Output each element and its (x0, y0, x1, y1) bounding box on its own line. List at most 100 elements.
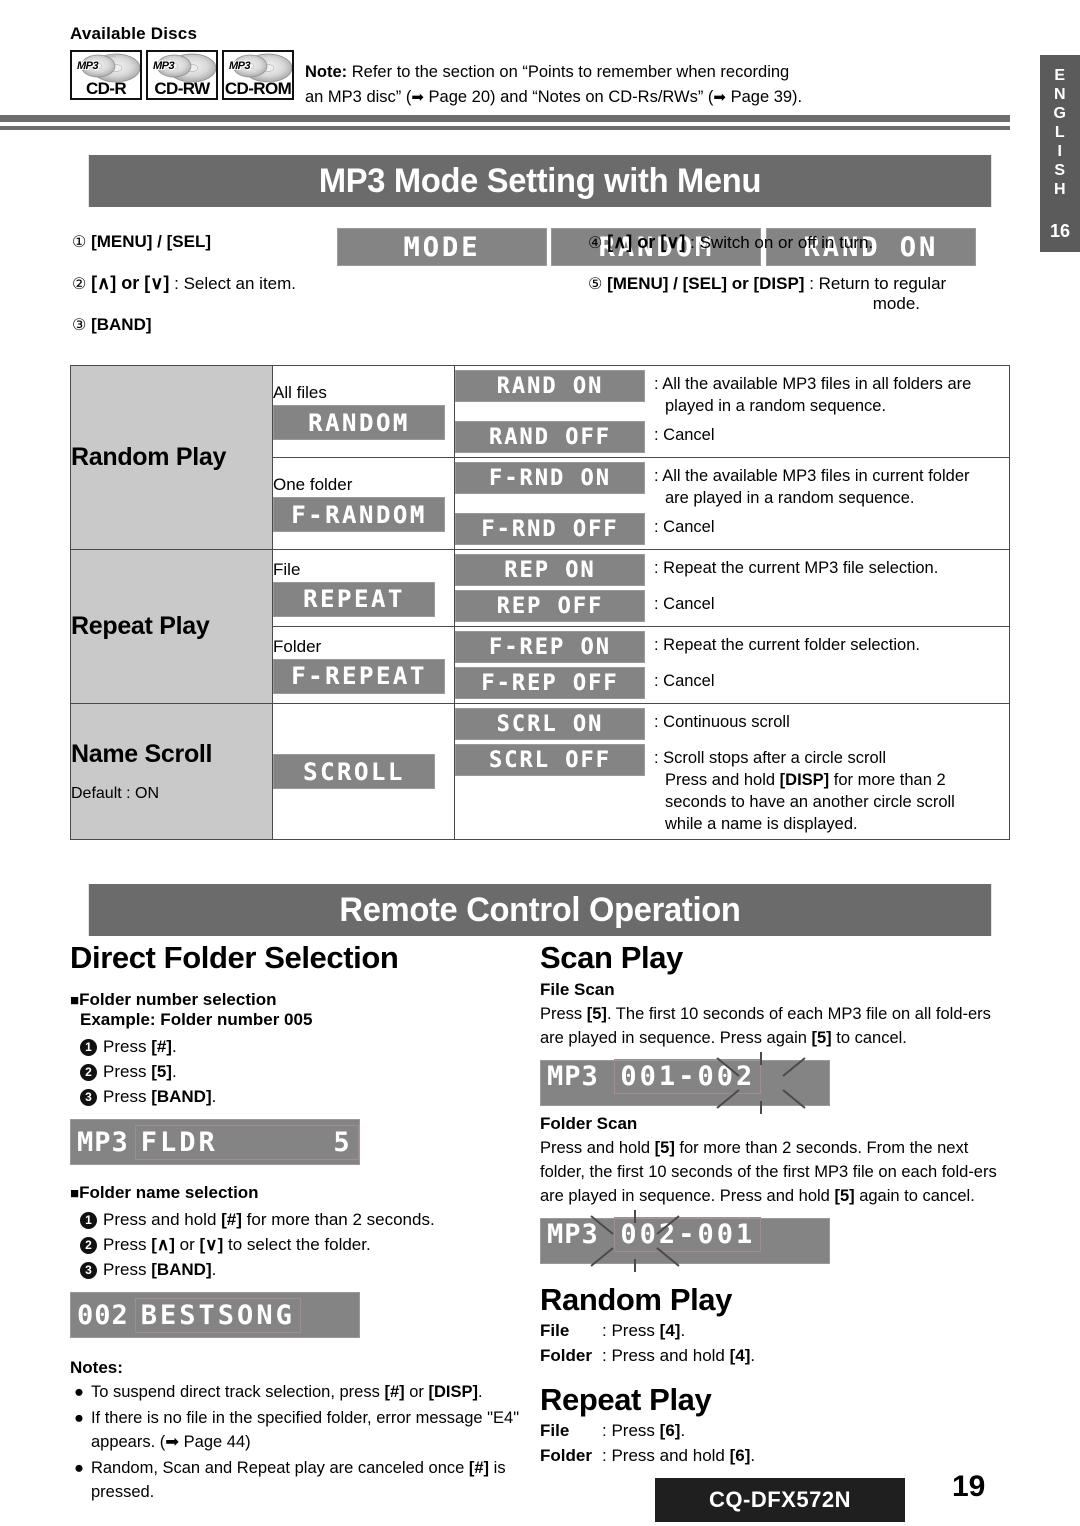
name-label: Folder (273, 636, 322, 656)
desc-line: : Repeat the current MP3 file selection. (654, 559, 939, 577)
subsection-label: Folder number selection (79, 990, 277, 1009)
name-cell: SCROLL (272, 703, 455, 840)
row-sep: : (602, 1321, 607, 1340)
note-line2b: Page 20) and “Notes on CD-Rs/RWs” ( (423, 88, 714, 106)
lcd-display-value: F-RND OFF (455, 513, 645, 545)
square-bullet-icon: ■ (70, 992, 80, 1009)
value-row: RAND OFF : Cancel (455, 421, 1009, 453)
arrow-icon: ➡ (411, 89, 424, 106)
repeat-play-row: Folder: Press and hold [6]. (540, 1443, 1010, 1468)
name-label: All files (273, 383, 327, 402)
subsection-label: Folder name selection (79, 1183, 259, 1202)
available-discs-title: Available Discs (70, 24, 198, 43)
section-number: 16 (1040, 210, 1080, 252)
value-row: SCRL ON : Continuous scroll (455, 708, 1009, 740)
note-line2a: an MP3 disc” ( (305, 88, 412, 106)
step-circle-number: ④ (588, 235, 603, 252)
bullet-icon: ● (74, 1383, 84, 1401)
value-description: : All the available MP3 files in all fol… (654, 370, 971, 417)
desc-continuation: are played in a random sequence. (665, 489, 915, 507)
lcd-display-value: F-REP ON (455, 631, 645, 663)
menu-step: ② [∧] or [∨] : Select an item. (72, 273, 332, 294)
value-row: F-REP ON : Repeat the current folder sel… (455, 631, 1009, 663)
step-text: Press [BAND]. (103, 1087, 217, 1106)
lcd-display-name: RANDOM (273, 405, 445, 440)
note-item: ● Random, Scan and Repeat play are cancel… (70, 1456, 520, 1504)
feature-cell-name-scroll: Name Scroll Default : ON (70, 703, 273, 840)
feature-cell-repeat-play: Repeat Play (70, 549, 273, 704)
desc-line: : Cancel (654, 518, 715, 536)
lcd-text: MODE (403, 231, 481, 263)
lcd-prefix: MP3 (77, 1126, 129, 1158)
value-description: : Cancel (654, 513, 715, 538)
step-text: Press [BAND]. (103, 1260, 217, 1279)
scan-play-column: Scan Play File Scan Press [5]. The first… (540, 940, 1010, 1468)
value-description: : Continuous scroll (654, 708, 790, 733)
step-key: [∧] or [∨] (607, 232, 686, 252)
name-label: File (273, 559, 301, 579)
lcd-display-value: SCRL ON (455, 708, 645, 740)
value-row: F-RND OFF : Cancel (455, 513, 1009, 545)
lcd-display-value: RAND OFF (455, 421, 645, 453)
step-bullet: 1 (80, 1212, 97, 1229)
folder-scan-text: Press and hold [5] for more than 2 secon… (540, 1139, 997, 1205)
desc-line: : Scroll stops after a circle scroll (654, 749, 886, 767)
lang-letter: H (1053, 180, 1067, 198)
desc-line: : Repeat the current folder selection. (654, 636, 920, 654)
value-cell: SCRL ON : Continuous scroll SCRL OFF : S… (454, 703, 1010, 840)
desc-line: : All the available MP3 files in current… (654, 467, 970, 485)
page-subtitle-scan-play: Scan Play (540, 940, 683, 975)
mp3-mode-table: Random Play All files RANDOM RAND ON : A… (70, 365, 1010, 840)
row-sep: : (602, 1346, 607, 1365)
lang-letter: N (1053, 85, 1067, 103)
table-row: Random Play All files RANDOM RAND ON : A… (70, 365, 1010, 550)
lcd-text: RANDOM (308, 408, 410, 437)
desc-line: Press and hold [DISP] for more than 2 (665, 771, 946, 789)
manual-page: Available Discs MP3 CD-R MP3 CD-RW MP3 C… (0, 0, 1080, 1526)
desc-line: : All the available MP3 files in all fol… (654, 375, 972, 393)
name-cell: One folder F-RANDOM (272, 457, 455, 550)
row-key: File (540, 1421, 570, 1440)
value-description: : Repeat the current MP3 file selection. (654, 554, 938, 579)
name-cell: File REPEAT (272, 549, 455, 627)
step-circle-number: ⑤ (588, 276, 603, 293)
lcd-body: BESTSONG (134, 1297, 301, 1333)
lcd-display-name: F-RANDOM (273, 497, 445, 532)
lcd-text: F-RND OFF (481, 516, 619, 542)
menu-steps-right: ④ [∧] or [∨] : Switch on or off in turn.… (588, 232, 1008, 335)
disc-icon-cdrw: MP3 CD-RW (146, 50, 218, 100)
value-row: SCRL OFF : Scroll stops after a circle s… (455, 744, 1009, 835)
model-badge: CQ-DFX572N (655, 1478, 905, 1522)
lcd-display-name: REPEAT (273, 581, 435, 617)
row-key: Folder (540, 1446, 592, 1465)
menu-step: ① [MENU] / [SEL] (72, 232, 332, 252)
lcd-body: 001-002 (614, 1059, 762, 1094)
numbered-steps-folder-number: 1 Press [#]. 2 Press [5]. 3 Press [BAND]. (70, 1034, 520, 1109)
disc-icon-cdr: MP3 CD-R (70, 50, 142, 100)
lcd-text: RAND ON (496, 373, 604, 399)
page-subtitle-random-play: Random Play (540, 1282, 732, 1317)
step-circle-number: ② (72, 276, 87, 293)
list-item: 1 Press [#]. (80, 1034, 520, 1059)
feature-title: Random Play (71, 443, 227, 471)
lcd-display-mode: MODE (337, 228, 547, 266)
lcd-body: FLDR 5 (134, 1124, 359, 1160)
step-bullet: 2 (80, 1237, 97, 1254)
lcd-display-folder-scan: MP3 002-001 (540, 1210, 830, 1272)
desc-line: : Cancel (654, 595, 715, 613)
file-scan-text: Press [5]. The first 10 seconds of each … (540, 1005, 991, 1047)
lcd-display-file-scan: MP3 001-002 (540, 1052, 830, 1114)
subsection-folder-name: ■Folder name selection (70, 1183, 520, 1203)
lcd-display-name: F-REPEAT (273, 658, 445, 694)
lcd-text: F-RND ON (489, 465, 611, 491)
step-suffix: : Switch on or off in turn. (685, 233, 874, 252)
value-description: : Cancel (654, 590, 715, 615)
note-line1: Refer to the section on “Points to remem… (347, 63, 790, 81)
step-suffix: : Return to regular (804, 274, 947, 293)
value-cell: RAND ON : All the available MP3 files in… (454, 365, 1010, 458)
page-subtitle-direct-folder: Direct Folder Selection (70, 940, 399, 975)
desc-line: seconds to have an another circle scroll (665, 793, 955, 811)
available-discs-block: Available Discs MP3 CD-R MP3 CD-RW MP3 C… (70, 24, 294, 100)
arrow-icon: ➡ (713, 89, 726, 106)
lcd-text: REPEAT (303, 585, 405, 613)
